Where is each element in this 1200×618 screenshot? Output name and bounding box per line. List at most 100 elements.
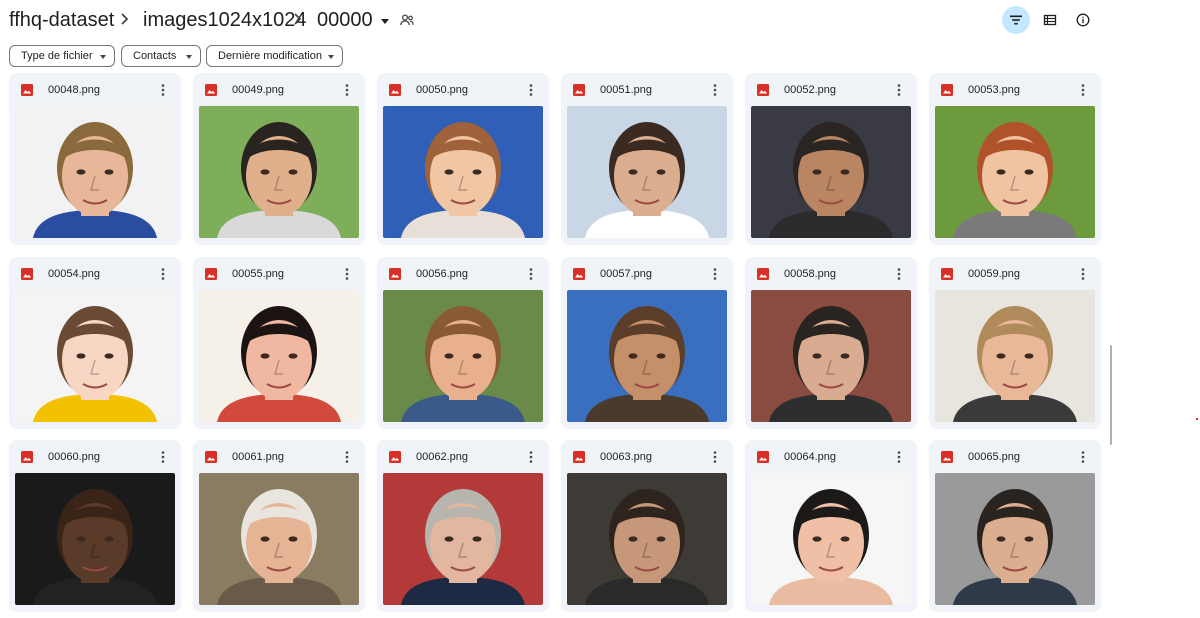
more-options-icon[interactable] <box>707 266 723 282</box>
top-bar: ffhq-dataset images1024x1024 00000 <box>0 0 1200 40</box>
file-thumbnail <box>15 106 175 238</box>
file-name: 00051.png <box>600 84 652 96</box>
file-thumbnail <box>935 473 1095 605</box>
image-file-icon <box>941 268 953 280</box>
caret-down-icon <box>186 55 192 59</box>
image-file-icon <box>389 451 401 463</box>
file-thumbnail <box>199 290 359 422</box>
more-options-icon[interactable] <box>707 82 723 98</box>
file-thumbnail <box>199 473 359 605</box>
more-options-icon[interactable] <box>523 449 539 465</box>
file-thumbnail <box>15 473 175 605</box>
filter-chip-people[interactable]: Contacts <box>121 45 201 67</box>
file-card[interactable]: 00050.png <box>377 73 549 245</box>
breadcrumb-item-images[interactable]: images1024x1024 <box>143 7 306 33</box>
more-options-icon[interactable] <box>891 449 907 465</box>
image-file-icon <box>573 451 585 463</box>
more-options-icon[interactable] <box>1075 82 1091 98</box>
file-thumbnail <box>383 290 543 422</box>
more-options-icon[interactable] <box>155 266 171 282</box>
breadcrumb-item-root[interactable]: ffhq-dataset <box>9 7 114 33</box>
more-options-icon[interactable] <box>155 82 171 98</box>
file-card[interactable]: 00056.png <box>377 257 549 429</box>
image-file-icon <box>573 268 585 280</box>
file-name: 00053.png <box>968 84 1020 96</box>
view-toggle-button[interactable] <box>1036 6 1064 34</box>
scrollbar[interactable] <box>1110 345 1112 445</box>
file-name: 00054.png <box>48 268 100 280</box>
image-file-icon <box>573 84 585 96</box>
file-card[interactable]: 00048.png <box>9 73 181 245</box>
file-card[interactable]: 00055.png <box>193 257 365 429</box>
image-file-icon <box>941 451 953 463</box>
file-card[interactable]: 00059.png <box>929 257 1101 429</box>
file-card[interactable]: 00064.png <box>745 440 917 612</box>
file-card[interactable]: 00051.png <box>561 73 733 245</box>
file-thumbnail <box>15 290 175 422</box>
file-thumbnail <box>751 106 911 238</box>
file-card[interactable]: 00058.png <box>745 257 917 429</box>
more-options-icon[interactable] <box>339 449 355 465</box>
more-options-icon[interactable] <box>707 449 723 465</box>
image-file-icon <box>757 451 769 463</box>
file-thumbnail <box>383 473 543 605</box>
image-file-icon <box>757 268 769 280</box>
file-name: 00064.png <box>784 451 836 463</box>
more-options-icon[interactable] <box>891 82 907 98</box>
filter-button[interactable] <box>1002 6 1030 34</box>
file-name: 00062.png <box>416 451 468 463</box>
file-card[interactable]: 00052.png <box>745 73 917 245</box>
cursor-dot <box>1196 418 1198 420</box>
file-card[interactable]: 00053.png <box>929 73 1101 245</box>
filter-chip-modified[interactable]: Dernière modification <box>206 45 343 67</box>
more-options-icon[interactable] <box>155 449 171 465</box>
file-name: 00060.png <box>48 451 100 463</box>
file-thumbnail <box>567 106 727 238</box>
more-options-icon[interactable] <box>339 266 355 282</box>
shared-folder-icon[interactable] <box>399 12 415 28</box>
image-file-icon <box>205 84 217 96</box>
breadcrumb-current-folder[interactable]: 00000 <box>317 7 389 33</box>
filter-chip-type-label: Type de fichier <box>21 50 93 62</box>
breadcrumb-current-label: 00000 <box>317 9 373 31</box>
chevron-right-icon <box>294 13 302 25</box>
list-view-icon <box>1043 14 1057 26</box>
file-card[interactable]: 00063.png <box>561 440 733 612</box>
file-card[interactable]: 00065.png <box>929 440 1101 612</box>
more-options-icon[interactable] <box>1075 449 1091 465</box>
details-button[interactable] <box>1069 6 1097 34</box>
file-name: 00056.png <box>416 268 468 280</box>
file-name: 00063.png <box>600 451 652 463</box>
file-card[interactable]: 00061.png <box>193 440 365 612</box>
more-options-icon[interactable] <box>523 266 539 282</box>
file-card[interactable]: 00057.png <box>561 257 733 429</box>
file-card[interactable]: 00060.png <box>9 440 181 612</box>
more-options-icon[interactable] <box>1075 266 1091 282</box>
file-thumbnail <box>567 290 727 422</box>
caret-down-icon <box>380 18 389 24</box>
more-options-icon[interactable] <box>891 266 907 282</box>
file-name: 00058.png <box>784 268 836 280</box>
more-options-icon[interactable] <box>339 82 355 98</box>
filter-chip-type[interactable]: Type de fichier <box>9 45 115 67</box>
file-card[interactable]: 00062.png <box>377 440 549 612</box>
chevron-right-icon <box>121 13 129 25</box>
file-card[interactable]: 00049.png <box>193 73 365 245</box>
file-thumbnail <box>383 106 543 238</box>
file-name: 00055.png <box>232 268 284 280</box>
image-file-icon <box>205 268 217 280</box>
file-thumbnail <box>199 106 359 238</box>
image-file-icon <box>21 451 33 463</box>
file-name: 00048.png <box>48 84 100 96</box>
file-thumbnail <box>935 290 1095 422</box>
file-name: 00049.png <box>232 84 284 96</box>
image-file-icon <box>21 84 33 96</box>
file-thumbnail <box>751 290 911 422</box>
file-name: 00065.png <box>968 451 1020 463</box>
filter-icon <box>1010 15 1022 25</box>
file-thumbnail <box>751 473 911 605</box>
image-file-icon <box>205 451 217 463</box>
more-options-icon[interactable] <box>523 82 539 98</box>
file-card[interactable]: 00054.png <box>9 257 181 429</box>
file-name: 00050.png <box>416 84 468 96</box>
